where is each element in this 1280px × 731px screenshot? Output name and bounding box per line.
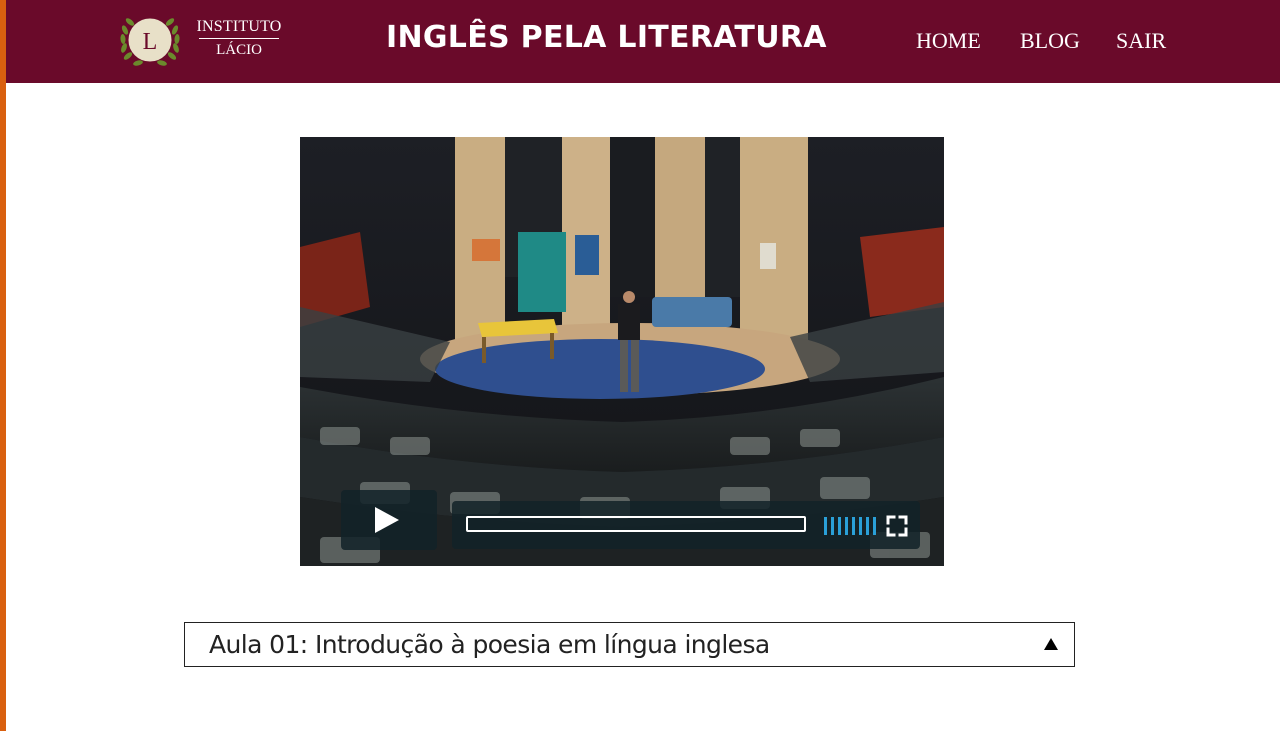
logo-line-1: INSTITUTO xyxy=(196,18,282,35)
left-accent-bar xyxy=(0,0,6,731)
institute-logo[interactable]: L INSTITUTO LÁCIO xyxy=(116,12,286,72)
volume-icon[interactable] xyxy=(824,517,876,535)
video-player[interactable] xyxy=(300,137,944,566)
logo-wordmark: INSTITUTO LÁCIO xyxy=(194,18,284,59)
site-header: L INSTITUTO LÁCIO INGLÊS PELA LITERATURA… xyxy=(6,0,1280,83)
logo-line-2: LÁCIO xyxy=(216,42,262,58)
play-button[interactable] xyxy=(341,490,437,550)
lesson-accordion-header[interactable]: Aula 01: Introdução à poesia em língua i… xyxy=(184,622,1075,667)
play-icon xyxy=(375,507,399,533)
laurel-emblem-icon: L xyxy=(120,17,180,66)
nav-logout-link[interactable]: SAIR xyxy=(1116,28,1166,54)
site-title: INGLÊS PELA LITERATURA xyxy=(386,20,827,55)
fullscreen-icon[interactable] xyxy=(886,515,908,537)
progress-bar[interactable] xyxy=(466,516,806,532)
player-control-bar xyxy=(452,501,920,549)
triangle-up-icon xyxy=(1044,638,1058,650)
lesson-title: Aula 01: Introdução à poesia em língua i… xyxy=(209,630,770,659)
logo-initial: L xyxy=(143,29,158,55)
nav-blog-link[interactable]: BLOG xyxy=(1020,28,1080,54)
nav-home-link[interactable]: HOME xyxy=(916,28,981,54)
logo-divider xyxy=(199,38,279,39)
